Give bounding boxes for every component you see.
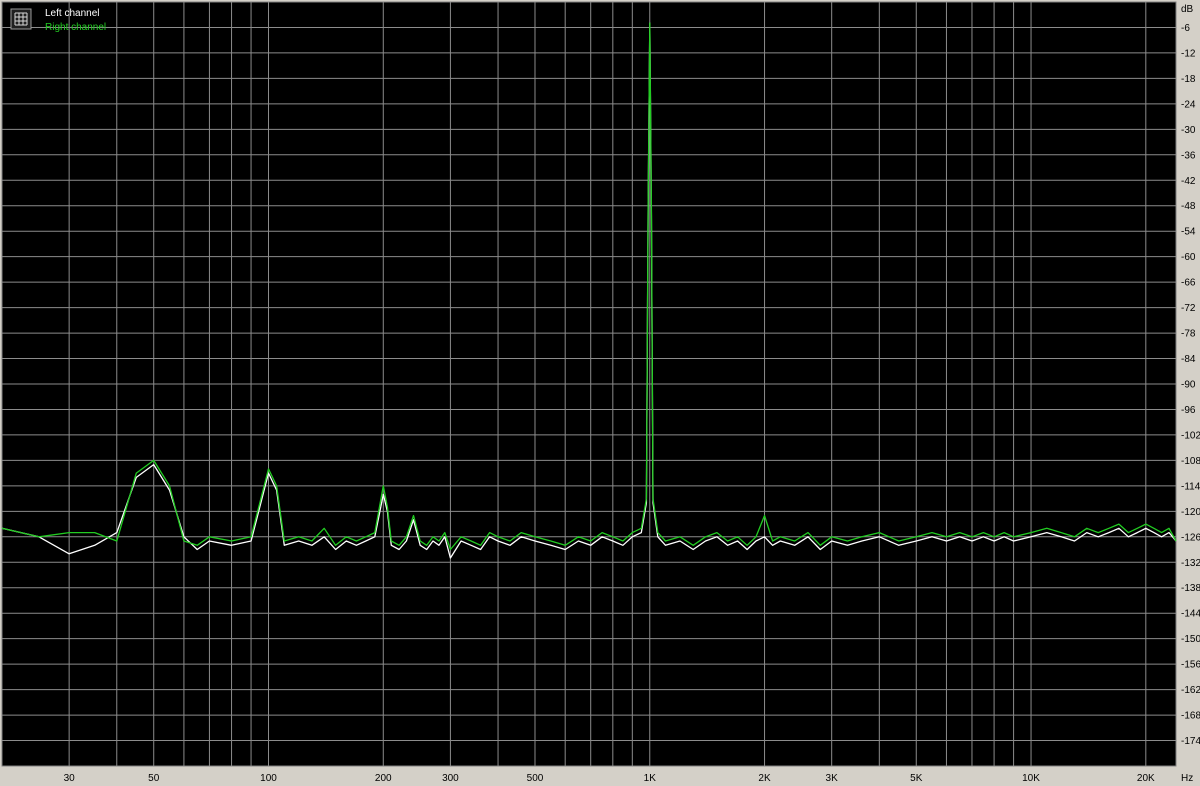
y-tick-label: -30 [1181, 125, 1196, 136]
x-tick-label: 300 [442, 773, 459, 784]
y-tick-label: -162 [1181, 685, 1200, 696]
x-tick-label: 500 [527, 773, 544, 784]
y-tick-label: -60 [1181, 252, 1196, 263]
legend-icon-frame [10, 8, 32, 30]
y-tick-label: -96 [1181, 405, 1196, 416]
y-tick-label: -132 [1181, 558, 1200, 569]
y-tick-label: -6 [1181, 23, 1190, 34]
y-tick-label: -108 [1181, 456, 1200, 467]
y-tick-label: -126 [1181, 532, 1200, 543]
y-tick-label: -12 [1181, 48, 1196, 59]
x-tick-label: 30 [64, 773, 76, 784]
y-tick-label: -72 [1181, 303, 1196, 314]
x-tick-label: 100 [260, 773, 277, 784]
legend-icon[interactable] [10, 8, 32, 30]
spectrum-chart: -6 -12 -18 -24 -30 -36 -42 -48 -54 -60 -66 -72 -78 -8… [0, 0, 1200, 786]
y-tick-label: -36 [1181, 150, 1196, 161]
x-tick-label: 5K [910, 773, 923, 784]
y-tick-label: -102 [1181, 430, 1200, 441]
x-tick-label: 200 [375, 773, 392, 784]
x-tick-label: 20K [1137, 773, 1155, 784]
y-tick-label: -144 [1181, 609, 1200, 620]
y-tick-label: -54 [1181, 227, 1196, 238]
y-unit-label: dB [1181, 4, 1194, 15]
y-tick-label: -168 [1181, 711, 1200, 722]
x-tick-label: 10K [1022, 773, 1040, 784]
x-tick-label: 50 [148, 773, 160, 784]
x-unit-label: Hz [1181, 773, 1193, 784]
y-tick-label: -66 [1181, 278, 1196, 289]
y-tick-label: -18 [1181, 74, 1196, 85]
y-tick-label: -138 [1181, 583, 1200, 594]
x-tick-label: 2K [758, 773, 771, 784]
y-tick-label: -24 [1181, 99, 1196, 110]
legend-entry-right-channel: Right channel [45, 22, 106, 33]
y-tick-label: -120 [1181, 507, 1200, 518]
y-tick-label: -150 [1181, 634, 1200, 645]
y-tick-label: -114 [1181, 481, 1200, 492]
x-tick-label: 3K [826, 773, 839, 784]
y-tick-label: -48 [1181, 201, 1196, 212]
y-tick-label: -174 [1181, 736, 1200, 747]
y-tick-label: -90 [1181, 380, 1196, 391]
legend-entry-left-channel: Left channel [45, 8, 100, 19]
y-tick-label: -156 [1181, 660, 1200, 671]
x-tick-label: 1K [644, 773, 657, 784]
y-tick-label: -78 [1181, 329, 1196, 340]
y-tick-label: -84 [1181, 354, 1196, 365]
y-tick-label: -42 [1181, 176, 1196, 187]
